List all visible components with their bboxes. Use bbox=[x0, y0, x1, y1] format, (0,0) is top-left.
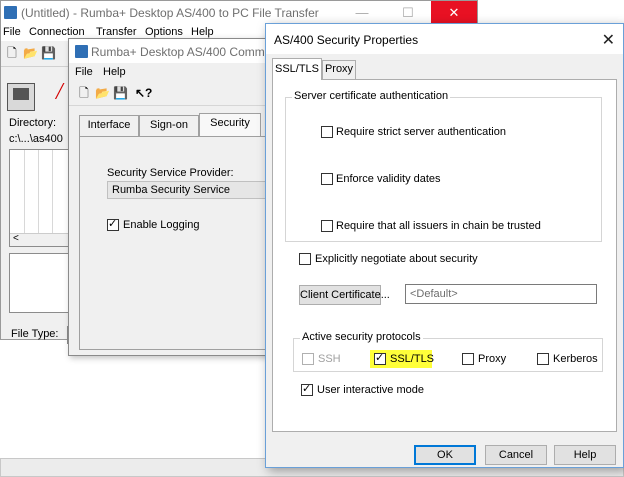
window-title: (Untitled) - Rumba+ Desktop AS/400 to PC… bbox=[21, 6, 319, 20]
kerberos-label: Kerberos bbox=[553, 353, 598, 365]
user-interactive-mode-label: User interactive mode bbox=[317, 384, 424, 396]
menu-connection[interactable]: Connection bbox=[29, 26, 85, 38]
new-icon[interactable]: 🗋 bbox=[77, 86, 91, 100]
menu-help[interactable]: Help bbox=[103, 66, 126, 78]
save-icon[interactable]: 💾 bbox=[41, 46, 56, 60]
menu-file[interactable]: File bbox=[3, 26, 21, 38]
tab-interface[interactable]: Interface bbox=[79, 115, 139, 136]
close-icon[interactable]: ✕ bbox=[431, 1, 477, 25]
minimize-icon[interactable]: — bbox=[339, 1, 385, 25]
open-icon[interactable]: 📂 bbox=[23, 46, 38, 60]
require-all-issuers-checkbox[interactable] bbox=[321, 220, 333, 232]
open-icon[interactable]: 📂 bbox=[95, 86, 110, 100]
ssl-tls-panel: Server certificate authentication Requir… bbox=[272, 79, 617, 432]
new-icon[interactable]: 🗋 bbox=[5, 46, 19, 60]
user-interactive-mode-checkbox[interactable] bbox=[301, 382, 313, 396]
require-all-issuers-label: Require that all issuers in chain be tru… bbox=[336, 220, 541, 232]
directory-label: Directory: bbox=[9, 117, 57, 129]
enable-logging-label: Enable Logging bbox=[123, 219, 200, 231]
explicitly-negotiate-checkbox[interactable] bbox=[299, 253, 311, 265]
ssl-tls-checkbox[interactable] bbox=[374, 351, 386, 365]
ok-button[interactable]: OK bbox=[414, 445, 476, 465]
ssl-tls-label: SSL/TLS bbox=[390, 353, 435, 365]
help-button[interactable]: Help bbox=[554, 445, 616, 465]
active-protocols-group-label: Active security protocols bbox=[300, 331, 423, 343]
require-strict-checkbox[interactable] bbox=[321, 126, 333, 138]
directory-value: c:\...\as400 bbox=[9, 133, 63, 145]
ssh-checkbox[interactable] bbox=[302, 353, 314, 365]
close-icon[interactable]: ✕ bbox=[602, 30, 615, 50]
file-list[interactable]: < bbox=[9, 149, 71, 247]
proxy-checkbox[interactable] bbox=[462, 353, 474, 365]
horizontal-scrollbar[interactable]: < bbox=[10, 233, 70, 246]
window-title: Rumba+ Desktop AS/400 Communic bbox=[91, 45, 287, 59]
title-bar: (Untitled) - Rumba+ Desktop AS/400 to PC… bbox=[1, 1, 477, 25]
tab-ssl-tls[interactable]: SSL/TLS bbox=[272, 58, 322, 80]
dialog-title: AS/400 Security Properties bbox=[274, 33, 419, 47]
save-icon[interactable]: 💾 bbox=[113, 86, 128, 100]
kerberos-checkbox[interactable] bbox=[537, 353, 549, 365]
cancel-button[interactable]: Cancel bbox=[485, 445, 547, 465]
server-cert-group-label: Server certificate authentication bbox=[292, 90, 451, 102]
file-info-box bbox=[9, 253, 71, 313]
menu-file[interactable]: File bbox=[75, 66, 93, 78]
enforce-validity-label: Enforce validity dates bbox=[336, 173, 441, 185]
transfer-arrow-icon: / bbox=[56, 79, 63, 105]
menu-transfer[interactable]: Transfer bbox=[96, 26, 137, 38]
app-icon bbox=[75, 45, 88, 58]
scroll-left-icon[interactable]: < bbox=[13, 233, 19, 244]
tab-proxy[interactable]: Proxy bbox=[322, 60, 356, 79]
enforce-validity-checkbox[interactable] bbox=[321, 173, 333, 185]
menu-options[interactable]: Options bbox=[145, 26, 183, 38]
tab-security[interactable]: Security bbox=[199, 113, 261, 137]
menu-help[interactable]: Help bbox=[191, 26, 214, 38]
client-certificate-field[interactable]: <Default> bbox=[405, 284, 597, 304]
help-pointer-icon[interactable]: ↖? bbox=[135, 86, 152, 100]
require-strict-label: Require strict server authentication bbox=[336, 126, 506, 138]
ssh-label: SSH bbox=[318, 353, 341, 365]
file-type-label: File Type: bbox=[11, 328, 59, 340]
tab-sign-on[interactable]: Sign-on bbox=[139, 115, 199, 136]
active-protocols-group: Active security protocols SSH SSL/TLS Pr… bbox=[293, 331, 603, 372]
app-icon bbox=[4, 6, 17, 19]
enable-logging-checkbox[interactable] bbox=[107, 217, 119, 231]
host-icon[interactable] bbox=[7, 83, 35, 111]
security-properties-dialog: AS/400 Security Properties ✕ SSL/TLS Pro… bbox=[265, 23, 624, 468]
server-cert-group: Server certificate authentication Requir… bbox=[285, 90, 602, 242]
ssp-dropdown[interactable]: Rumba Security Service bbox=[107, 181, 267, 199]
explicitly-negotiate-label: Explicitly negotiate about security bbox=[315, 253, 478, 265]
proxy-label: Proxy bbox=[478, 353, 507, 365]
maximize-icon[interactable]: ☐ bbox=[385, 1, 431, 25]
dialog-title-bar: AS/400 Security Properties ✕ bbox=[266, 24, 623, 54]
ssp-label: Security Service Provider: bbox=[107, 167, 234, 179]
client-certificate-button[interactable]: Client Certificate... bbox=[299, 285, 390, 305]
